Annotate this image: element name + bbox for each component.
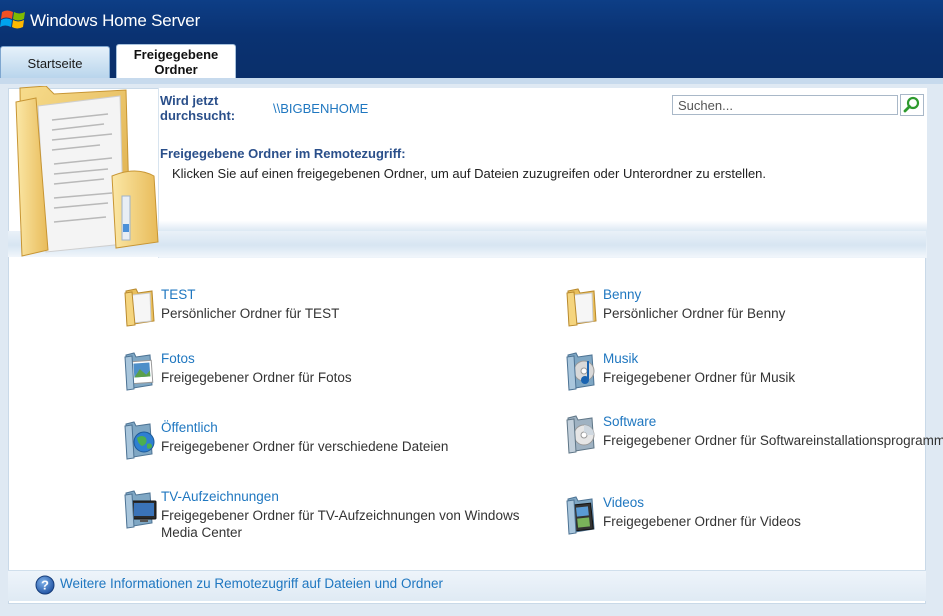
tv-folder-icon	[124, 490, 157, 529]
server-name: \\BIGBENHOME	[273, 101, 369, 116]
folder-name[interactable]: TEST	[161, 287, 196, 302]
folder-description: Persönlicher Ordner für Benny	[603, 306, 786, 321]
folder-name[interactable]: Benny	[603, 287, 641, 302]
help-icon[interactable]: ?	[35, 575, 55, 595]
personal-folder-icon	[124, 288, 155, 327]
folder-description: Freigegebener Ordner für Musik	[603, 370, 796, 385]
folder-name[interactable]: Videos	[603, 495, 644, 510]
personal-folder-icon	[566, 288, 597, 327]
music-folder-icon	[566, 352, 595, 391]
help-link[interactable]: Weitere Informationen zu Remotezugriff a…	[60, 576, 443, 591]
tab-bar: Startseite Freigegebene Ordner	[0, 44, 943, 80]
tab-startseite[interactable]: Startseite	[0, 46, 110, 78]
search-button[interactable]	[900, 94, 924, 116]
tab-shared-folders[interactable]: Freigegebene Ordner	[116, 44, 236, 80]
search-icon	[903, 96, 920, 113]
folder-description: Freigegebener Ordner für Videos	[603, 514, 801, 529]
photos-folder-icon	[124, 352, 154, 391]
folder-description: Freigegebener Ordner für Fotos	[161, 370, 352, 385]
search-input[interactable]	[672, 95, 898, 115]
tab-underline	[0, 78, 943, 84]
intro-title: Freigegebene Ordner im Remotezugriff:	[160, 146, 406, 161]
videos-folder-icon	[566, 496, 595, 535]
folder-description: Freigegebener Ordner für verschiedene Da…	[161, 439, 449, 454]
folder-description: Freigegebener Ordner für Softwareinstall…	[603, 433, 943, 448]
folder-name[interactable]: Musik	[603, 351, 638, 366]
folder-description: Freigegebener Ordner für TV-Aufzeichnung…	[161, 508, 520, 540]
folder-name[interactable]: Software	[603, 414, 656, 429]
windows-logo-icon	[0, 10, 25, 29]
software-folder-icon	[566, 415, 595, 454]
svg-text:?: ?	[41, 578, 49, 593]
app-title: Windows Home Server	[30, 11, 201, 30]
folder-name[interactable]: Öffentlich	[161, 420, 218, 435]
folder-name[interactable]: Fotos	[161, 351, 195, 366]
folder-name[interactable]: TV-Aufzeichnungen	[161, 489, 279, 504]
folder-description: Persönlicher Ordner für TEST	[161, 306, 340, 321]
scan-label: Wird jetzt durchsucht:	[160, 93, 236, 123]
public-folder-icon	[124, 421, 155, 460]
intro-text: Klicken Sie auf einen freigegebenen Ordn…	[172, 166, 767, 181]
large-folder-icon	[15, 86, 159, 257]
